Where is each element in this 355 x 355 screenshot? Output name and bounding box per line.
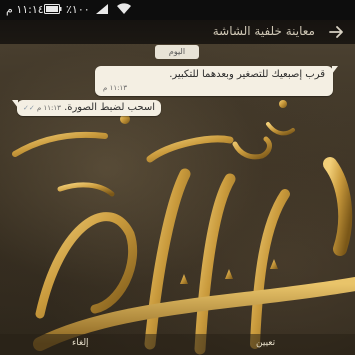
message-text: اسحب لضبط الصورة.	[64, 102, 155, 113]
page-title: معاينة خلفية الشاشة	[212, 24, 315, 38]
battery-percent: ٪١٠٠	[66, 3, 90, 16]
bubble-tail	[332, 66, 338, 74]
message-text: قرب إصبعيك للتصغير وبعدهما للتكبير.	[169, 69, 325, 80]
set-button[interactable]: تعيين	[256, 338, 275, 348]
back-button[interactable]	[325, 22, 347, 42]
bubble-tail	[12, 100, 18, 108]
status-bar: ١١:١٤ م ٪١٠٠	[0, 0, 355, 20]
message-time: ١١:١٣ م	[103, 84, 127, 92]
message-bubble-outgoing: اسحب لضبط الصورة. ✓✓ ١١:١٣ م	[12, 100, 161, 116]
arrow-right-icon	[329, 26, 343, 38]
message-time: ١١:١٣ م	[36, 104, 61, 112]
wifi-icon	[116, 3, 132, 16]
message-bubble-incoming: قرب إصبعيك للتصغير وبعدهما للتكبير. ١١:١…	[95, 66, 338, 96]
signal-icon	[95, 3, 109, 16]
message-meta: ✓✓ ١١:١٣ م	[23, 104, 61, 112]
preview-header: معاينة خلفية الشاشة	[0, 20, 355, 44]
battery-icon	[44, 3, 62, 16]
bottom-action-bar: إلغاء تعيين	[0, 334, 355, 355]
read-ticks-icon: ✓✓	[23, 104, 35, 112]
date-chip: اليوم	[155, 45, 199, 59]
status-time: ١١:١٤ م	[6, 3, 44, 16]
cancel-button[interactable]: إلغاء	[72, 338, 89, 348]
